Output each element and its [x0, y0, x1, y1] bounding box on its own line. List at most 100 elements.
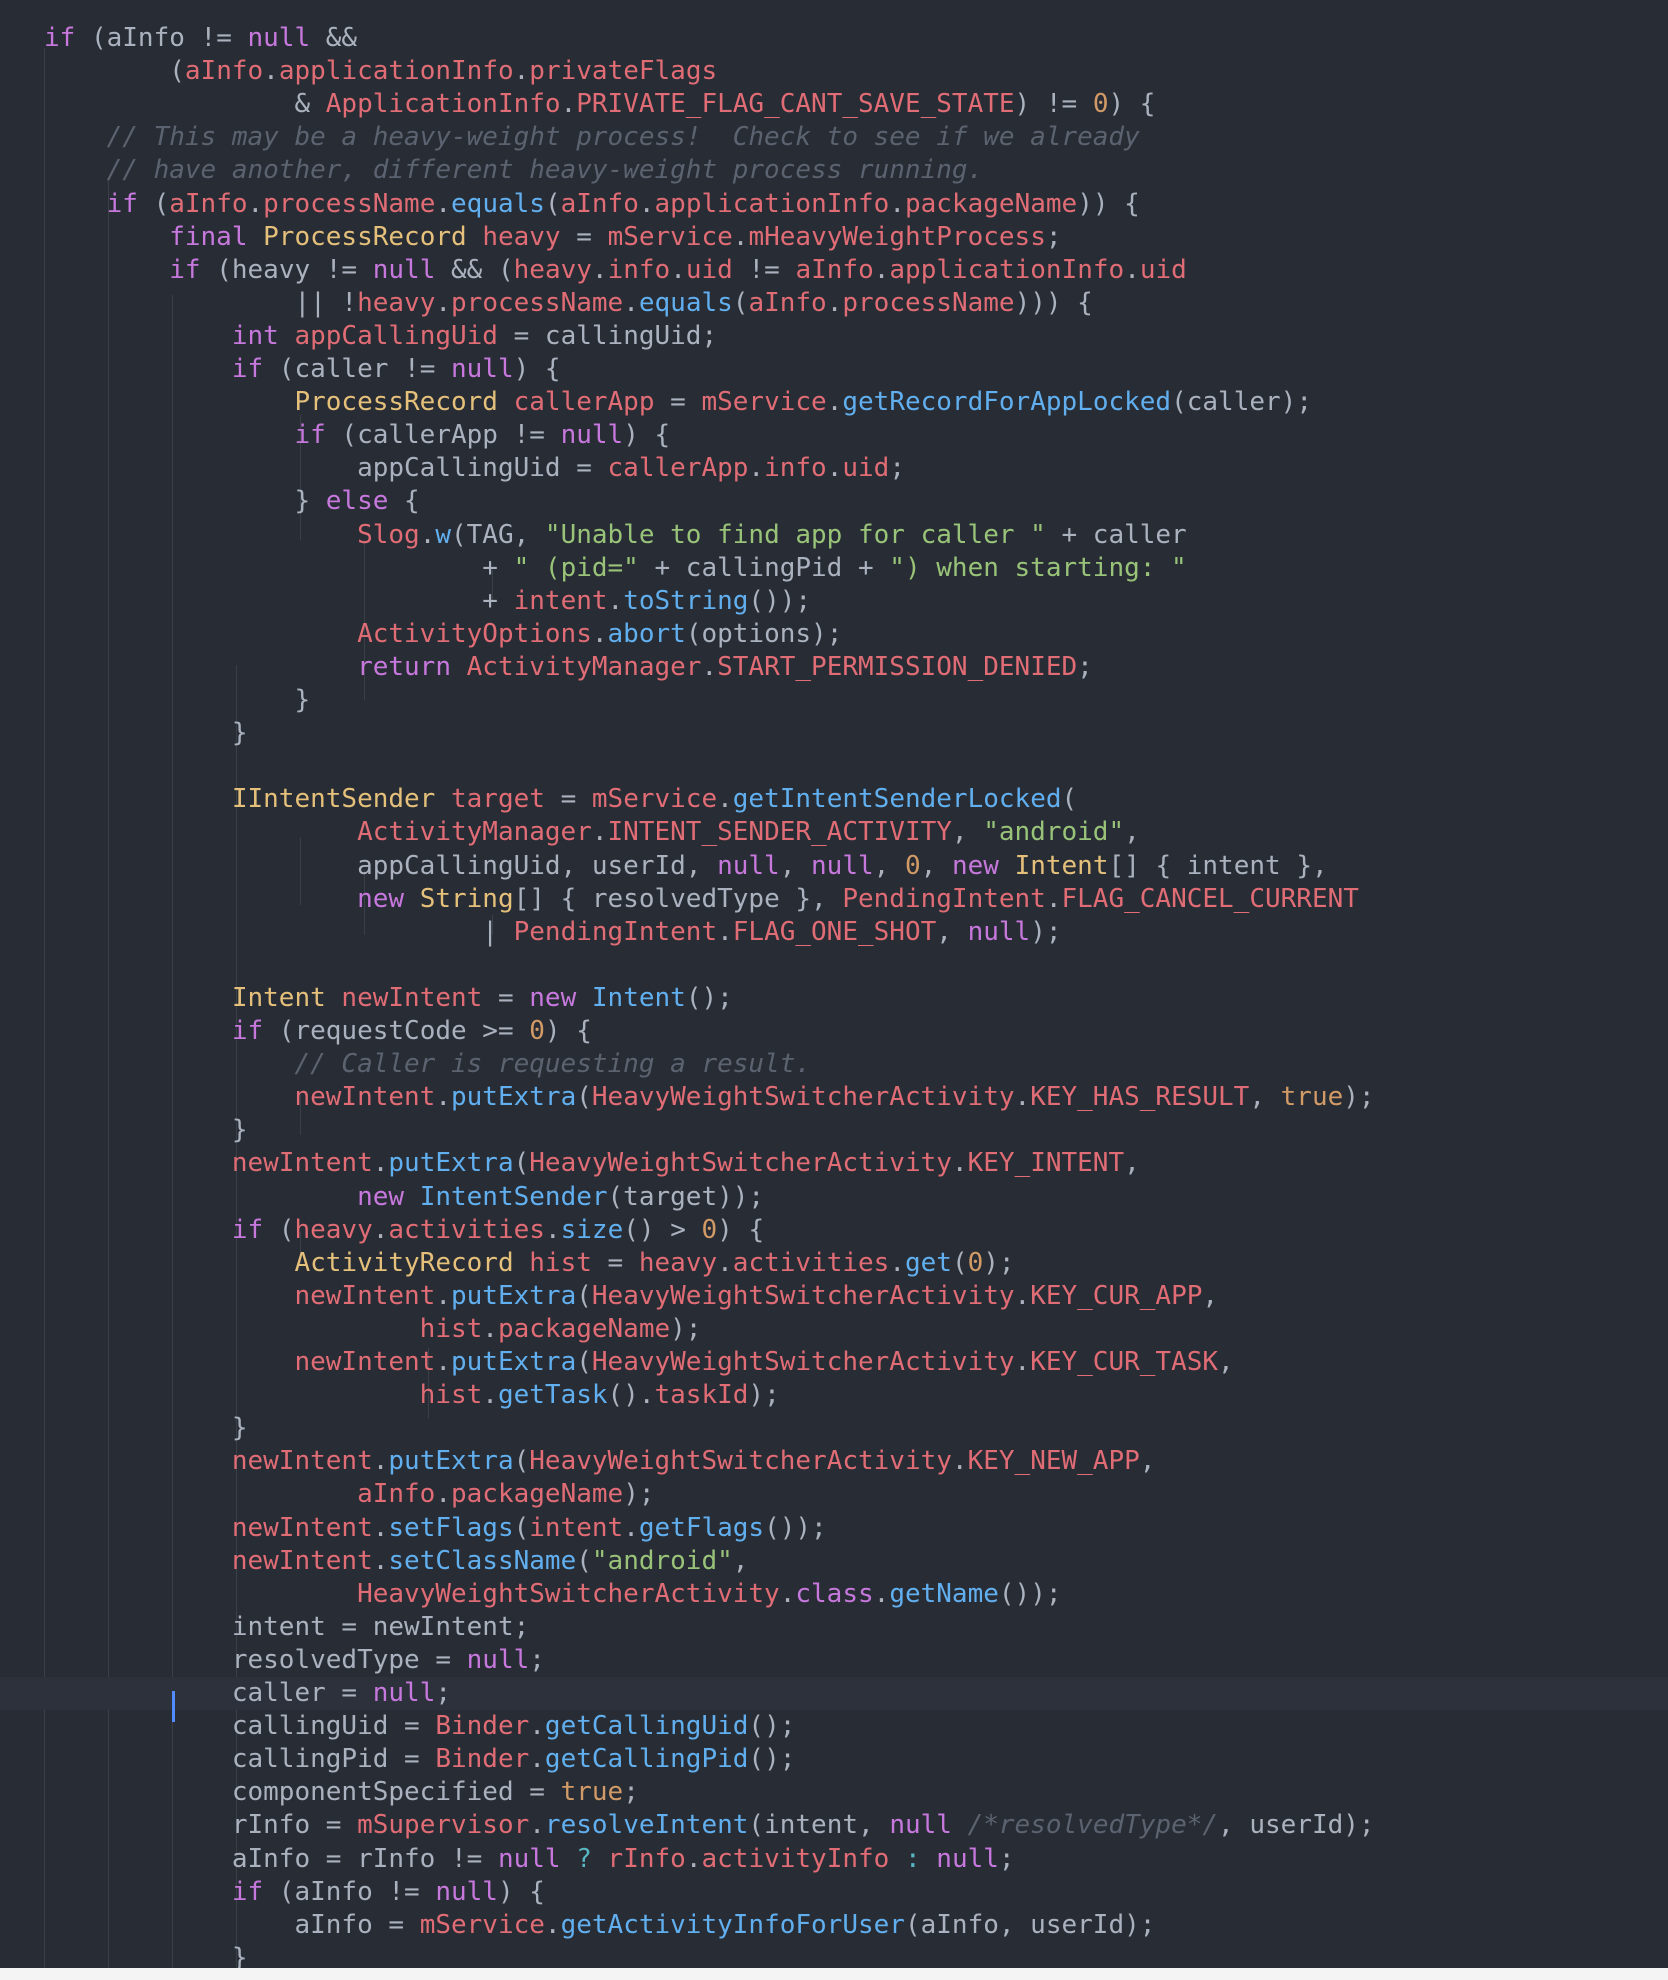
code-line[interactable]: HeavyWeightSwitcherActivity.class.getNam…	[0, 1578, 1668, 1611]
code-token: if	[44, 254, 201, 285]
code-line[interactable]: appCallingUid = callerApp.info.uid;	[0, 452, 1668, 485]
code-token: (callerApp !=	[325, 420, 561, 451]
code-line-text: if (heavy.activities.size() > 0) {	[44, 1214, 764, 1247]
code-line[interactable]: caller = null;	[0, 1677, 1668, 1710]
code-line[interactable]: new String[] { resolvedType }, PendingIn…	[0, 883, 1668, 916]
code-token: ) {	[544, 1016, 592, 1046]
code-line[interactable]: new IntentSender(target));	[0, 1181, 1668, 1214]
code-line[interactable]: ActivityOptions.abort(options);	[0, 618, 1668, 651]
code-token: mSupervisor	[357, 1810, 530, 1841]
code-line[interactable]: newIntent.putExtra(HeavyWeightSwitcherAc…	[0, 1445, 1668, 1478]
code-line[interactable]: // This may be a heavy-weight process! C…	[0, 121, 1668, 154]
code-line[interactable]: if (callerApp != null) {	[0, 419, 1668, 452]
code-token: ,	[732, 1545, 749, 1576]
code-line[interactable]: return ActivityManager.START_PERMISSION_…	[0, 651, 1668, 684]
code-line[interactable]: if (aInfo != null) {	[0, 1876, 1668, 1909]
code-token: null	[372, 1678, 436, 1708]
code-token: HeavyWeightSwitcherActivity	[591, 1347, 1015, 1377]
code-line[interactable]: }	[0, 684, 1668, 717]
code-line[interactable]: if (heavy != null && (heavy.info.uid != …	[0, 254, 1668, 287]
code-line[interactable]: IIntentSender target = mService.getInten…	[0, 783, 1668, 816]
code-line[interactable]: ActivityManager.INTENT_SENDER_ACTIVITY, …	[0, 816, 1668, 849]
code-line[interactable]: if (aInfo.processName.equals(aInfo.appli…	[0, 188, 1668, 221]
code-line[interactable]: // have another, different heavy-weight …	[0, 154, 1668, 187]
code-token: );	[623, 1479, 655, 1510]
code-token: ;	[623, 1777, 639, 1808]
code-line[interactable]: if (caller != null) {	[0, 353, 1668, 386]
code-token: .	[529, 1711, 545, 1742]
code-line[interactable]: int appCallingUid = callingUid;	[0, 320, 1668, 353]
code-line[interactable]: | PendingIntent.FLAG_ONE_SHOT, null);	[0, 916, 1668, 949]
code-line[interactable]: intent = newIntent;	[0, 1611, 1668, 1644]
code-line[interactable]	[0, 949, 1668, 982]
code-line[interactable]: Slog.w(TAG, "Unable to find app for call…	[0, 519, 1668, 552]
code-line[interactable]: if (requestCode >= 0) {	[0, 1015, 1668, 1048]
code-line[interactable]: aInfo = rInfo != null ? rInfo.activityIn…	[0, 1843, 1668, 1876]
code-line[interactable]: (aInfo.applicationInfo.privateFlags	[0, 55, 1668, 88]
code-token: .	[435, 1347, 451, 1377]
code-line[interactable]: }	[0, 717, 1668, 750]
code-line[interactable]: newIntent.setClassName("android",	[0, 1545, 1668, 1578]
code-line-text: newIntent.putExtra(HeavyWeightSwitcherAc…	[44, 1346, 1233, 1379]
code-line[interactable]: || !heavy.processName.equals(aInfo.proce…	[0, 287, 1668, 320]
code-line[interactable]: hist.packageName);	[0, 1313, 1668, 1346]
code-line-text: intent = newIntent;	[44, 1611, 529, 1644]
code-line[interactable]: componentSpecified = true;	[0, 1776, 1668, 1809]
code-line[interactable]: callingPid = Binder.getCallingPid();	[0, 1743, 1668, 1776]
code-token: =	[482, 982, 530, 1013]
code-line[interactable]: }	[0, 1412, 1668, 1445]
code-token: Binder	[435, 1744, 530, 1775]
code-line[interactable]: // Caller is requesting a result.	[0, 1048, 1668, 1081]
code-line[interactable]: if (aInfo != null &&	[0, 22, 1668, 55]
code-line[interactable]: hist.getTask().taskId);	[0, 1379, 1668, 1412]
code-line[interactable]: + intent.toString());	[0, 585, 1668, 618]
code-line[interactable]: & ApplicationInfo.PRIVATE_FLAG_CANT_SAVE…	[0, 88, 1668, 121]
code-line[interactable]: newIntent.putExtra(HeavyWeightSwitcherAc…	[0, 1280, 1668, 1313]
code-line[interactable]: ProcessRecord callerApp = mService.getRe…	[0, 386, 1668, 419]
code-line-text: // This may be a heavy-weight process! C…	[44, 121, 1140, 154]
code-token: .	[544, 1909, 561, 1940]
code-line[interactable]: newIntent.setFlags(intent.getFlags());	[0, 1512, 1668, 1545]
code-editor[interactable]: if (aInfo != null && (aInfo.applicationI…	[0, 0, 1668, 1968]
code-token: ,	[920, 850, 952, 881]
code-token: ();	[685, 982, 733, 1013]
code-line[interactable]: resolvedType = null;	[0, 1644, 1668, 1677]
code-line-text: new String[] { resolvedType }, PendingIn…	[44, 883, 1359, 916]
code-line[interactable]: aInfo.packageName);	[0, 1478, 1668, 1511]
code-line[interactable]: newIntent.putExtra(HeavyWeightSwitcherAc…	[0, 1346, 1668, 1379]
code-line[interactable]: rInfo = mSupervisor.resolveIntent(intent…	[0, 1809, 1668, 1842]
code-line[interactable]: Intent newIntent = new Intent();	[0, 982, 1668, 1015]
code-line[interactable]: newIntent.putExtra(HeavyWeightSwitcherAc…	[0, 1081, 1668, 1114]
code-token: ") when starting: "	[889, 552, 1187, 583]
code-token: new	[529, 982, 577, 1013]
code-line[interactable]: final ProcessRecord heavy = mService.mHe…	[0, 221, 1668, 254]
code-line-text: newIntent.setClassName("android",	[44, 1545, 749, 1578]
code-line[interactable]: ActivityRecord hist = heavy.activities.g…	[0, 1247, 1668, 1280]
code-line[interactable]: callingUid = Binder.getCallingUid();	[0, 1710, 1668, 1743]
code-line[interactable]: }	[0, 1942, 1668, 1968]
code-token: IntentSender	[419, 1181, 608, 1212]
code-line[interactable]	[0, 750, 1668, 783]
code-token: (	[513, 1512, 530, 1543]
code-token: );	[748, 1380, 780, 1411]
code-token: .	[263, 56, 279, 87]
code-token: putExtra	[388, 1446, 514, 1477]
code-token: ,	[951, 817, 984, 848]
code-token: HeavyWeightSwitcherActivity	[591, 1082, 1015, 1113]
code-line[interactable]: + " (pid=" + callingPid + ") when starti…	[0, 552, 1668, 585]
code-line[interactable]: aInfo = mService.getActivityInfoForUser(…	[0, 1909, 1668, 1942]
code-line[interactable]: if (heavy.activities.size() > 0) {	[0, 1214, 1668, 1247]
code-token: mService	[591, 784, 718, 815]
code-token: .	[372, 1214, 389, 1245]
code-line[interactable]: appCallingUid, userId, null, null, 0, ne…	[0, 850, 1668, 883]
code-token: intent	[529, 1512, 624, 1543]
code-line[interactable]: }	[0, 1114, 1668, 1147]
code-token: .	[826, 387, 843, 418]
code-line-text: (aInfo.applicationInfo.privateFlags	[44, 55, 717, 88]
code-token: equals	[451, 188, 545, 219]
code-line[interactable]: newIntent.putExtra(HeavyWeightSwitcherAc…	[0, 1147, 1668, 1180]
code-token: applicationInfo	[278, 56, 514, 87]
code-line[interactable]: } else {	[0, 485, 1668, 518]
